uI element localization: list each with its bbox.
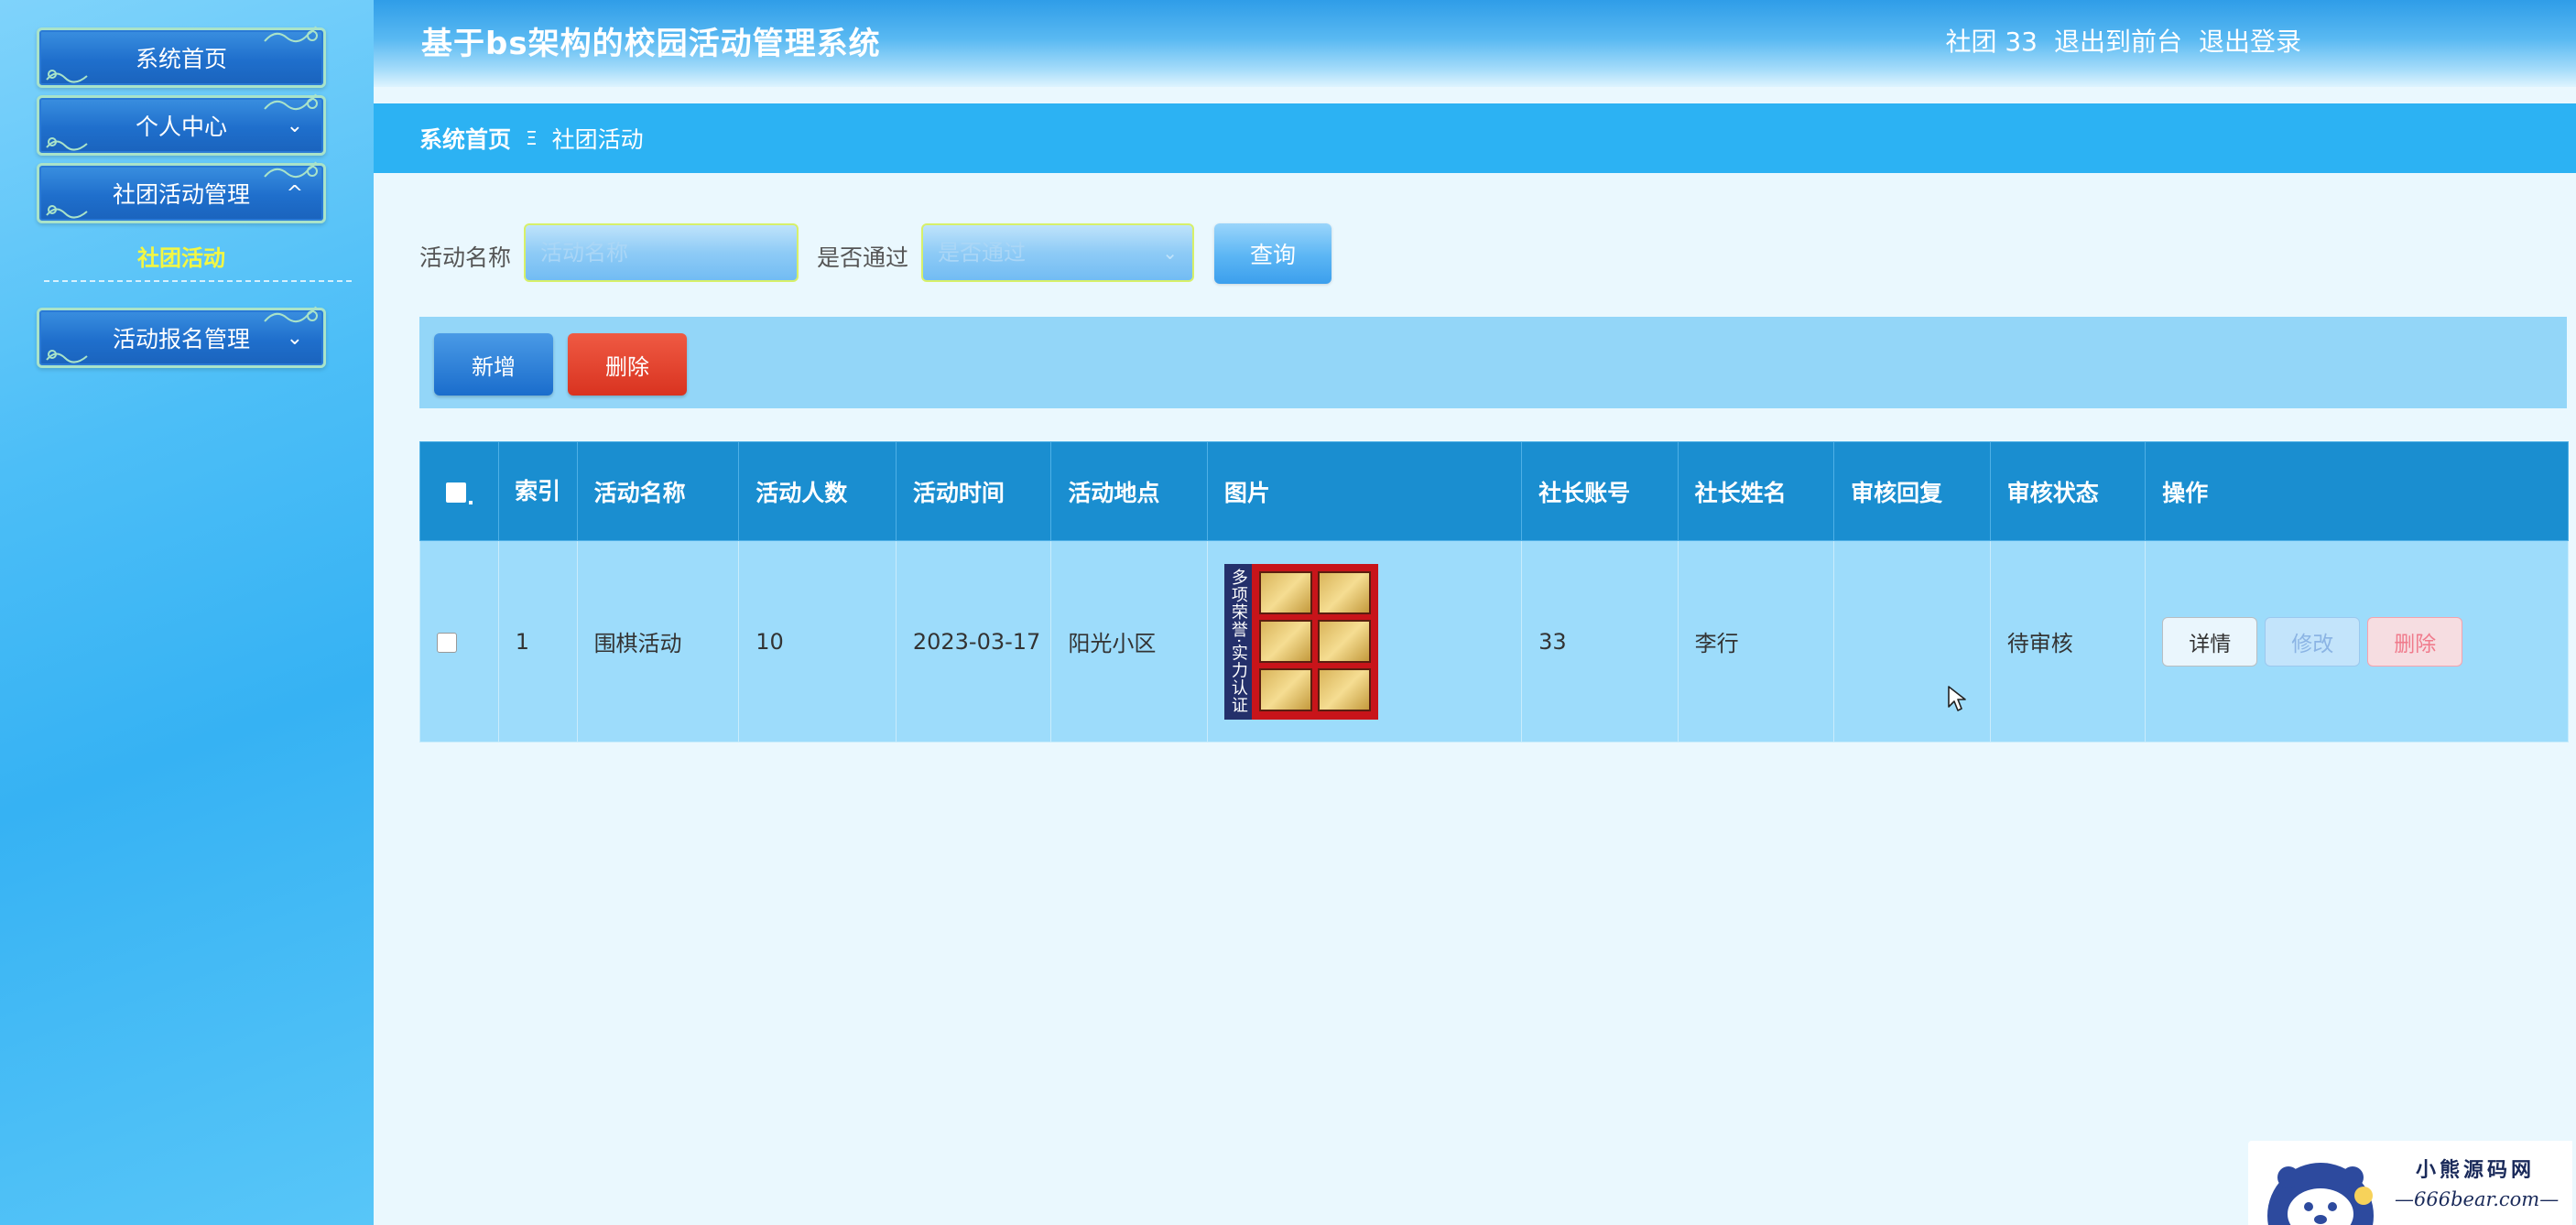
cell-activity-time: 2023-03-17 — [895, 540, 1052, 743]
cell-actions: 详情 修改 删除 — [2145, 540, 2569, 743]
image-band-text: 多项荣誉·实力认证 — [1223, 563, 1252, 720]
sidebar-item-home[interactable]: 系统首页 — [37, 26, 326, 88]
column-header-leader-name: 社长姓名 — [1677, 441, 1835, 541]
ornament-icon — [46, 205, 88, 219]
row-checkbox[interactable] — [437, 632, 457, 653]
sidebar-item-label: 系统首页 — [135, 46, 227, 72]
sidebar-divider — [44, 280, 352, 282]
sidebar-subitem-club-activity[interactable]: 社团活动 — [37, 240, 326, 272]
select-all-checkbox[interactable] — [419, 441, 499, 541]
certificate-icon — [1258, 668, 1312, 712]
logout-link[interactable]: 退出登录 — [2199, 22, 2301, 59]
cell-activity-location: 阳光小区 — [1050, 540, 1208, 743]
chevron-down-icon: ⌄ — [1162, 242, 1178, 264]
breadcrumb-home[interactable]: 系统首页 — [419, 122, 511, 155]
table-header-row: 索引 活动名称 活动人数 活动时间 活动地点 图片 社长账号 社长姓名 审核回复… — [419, 441, 2569, 541]
activity-name-input[interactable]: 活动名称 — [524, 223, 799, 282]
column-header-activity-count: 活动人数 — [738, 441, 897, 541]
row-delete-button[interactable]: 删除 — [2367, 616, 2463, 667]
ornament-icon — [46, 350, 88, 363]
column-header-image: 图片 — [1206, 441, 1523, 541]
certificate-icon — [1317, 570, 1371, 614]
ornament-icon — [46, 70, 88, 83]
column-header-review-status: 审核状态 — [1989, 441, 2147, 541]
ornament-icon — [264, 161, 318, 179]
table-row: 1 围棋活动 10 2023-03-17 阳光小区 多项荣誉·实力认证 33 李… — [419, 540, 2569, 743]
cell-leader-account: 33 — [1521, 540, 1679, 743]
certificate-icon — [1258, 619, 1312, 664]
ornament-icon — [264, 306, 318, 323]
watermark-title: 小熊源码网 — [2416, 1158, 2536, 1182]
app-title: 基于bs架构的校园活动管理系统 — [421, 26, 881, 62]
add-button[interactable]: 新增 — [434, 333, 553, 396]
mouse-pointer-icon — [1948, 686, 1966, 711]
cell-activity-count: 10 — [738, 540, 897, 743]
activity-name-label: 活动名称 — [419, 244, 512, 271]
sidebar-item-personal-center[interactable]: 个人中心 ⌄ — [37, 93, 326, 156]
cell-leader-name: 李行 — [1677, 540, 1835, 743]
batch-delete-button[interactable]: 删除 — [568, 333, 687, 396]
activity-name-placeholder: 活动名称 — [540, 240, 628, 266]
activity-image[interactable]: 多项荣誉·实力认证 — [1223, 563, 1378, 720]
cell-index: 1 — [497, 540, 578, 743]
watermark-url: —666bear.com— — [2395, 1188, 2560, 1210]
back-to-front-link[interactable]: 退出到前台 — [2054, 22, 2182, 59]
dot — [468, 501, 473, 504]
cell-image: 多项荣誉·实力认证 — [1206, 540, 1523, 743]
sidebar-item-registration-management[interactable]: 活动报名管理 ⌄ — [37, 306, 326, 368]
chevron-down-icon: ⌄ — [286, 327, 303, 350]
column-header-activity-name: 活动名称 — [576, 441, 740, 541]
action-toolbar: 新增 删除 — [419, 317, 2567, 408]
column-header-leader-account: 社长账号 — [1521, 441, 1679, 541]
column-header-activity-time: 活动时间 — [895, 441, 1052, 541]
breadcrumb-current: 社团活动 — [551, 126, 644, 153]
ornament-icon — [264, 93, 318, 111]
query-button[interactable]: 查询 — [1214, 223, 1331, 284]
edit-button[interactable]: 修改 — [2265, 616, 2361, 667]
certificate-icon — [1317, 619, 1371, 664]
certificate-grid — [1251, 563, 1378, 720]
ornament-icon — [264, 26, 318, 43]
sidebar-item-label: 社团活动管理 — [112, 181, 250, 208]
activity-table: 索引 活动名称 活动人数 活动时间 活动地点 图片 社长账号 社长姓名 审核回复… — [419, 441, 2569, 743]
detail-button[interactable]: 详情 — [2162, 616, 2258, 667]
cell-activity-name: 围棋活动 — [576, 540, 740, 743]
sidebar-item-activity-management[interactable]: 社团活动管理 ^ — [37, 161, 326, 223]
checkbox-icon — [445, 482, 466, 503]
chevron-down-icon: ⌄ — [286, 114, 303, 137]
sidebar-item-label: 个人中心 — [135, 114, 227, 140]
row-checkbox-cell — [419, 540, 499, 743]
is-passed-label: 是否通过 — [817, 244, 909, 271]
column-header-activity-location: 活动地点 — [1050, 441, 1208, 541]
watermark: 小熊源码网 —666bear.com— — [2248, 1141, 2572, 1225]
column-header-index: 索引 — [497, 441, 578, 541]
column-header-review-reply: 审核回复 — [1833, 441, 1991, 541]
is-passed-select[interactable]: 是否通过 ⌄ — [921, 223, 1194, 282]
cell-review-status: 待审核 — [1989, 540, 2147, 743]
is-passed-placeholder: 是否通过 — [938, 240, 1026, 266]
breadcrumb-separator-icon: Ξ — [526, 127, 538, 149]
current-user-label: 社团 33 — [1945, 27, 2038, 57]
certificate-icon — [1258, 570, 1312, 614]
certificate-icon — [1317, 668, 1371, 712]
header-actions: 社团 33 退出到前台 退出登录 — [1945, 22, 2301, 59]
chevron-up-icon: ^ — [286, 182, 303, 205]
column-header-actions: 操作 — [2145, 441, 2569, 541]
header-gap — [374, 87, 2576, 103]
sidebar: 系统首页 个人中心 ⌄ 社团活动管理 ^ 社团活动 活动报名管理 ⌄ — [0, 0, 374, 1225]
top-header: 基于bs架构的校园活动管理系统 社团 33 退出到前台 退出登录 — [374, 0, 2576, 87]
breadcrumb: 系统首页 Ξ 社团活动 — [374, 103, 2576, 173]
sidebar-item-label: 活动报名管理 — [112, 326, 250, 352]
ornament-icon — [46, 137, 88, 151]
bear-logo-icon — [2267, 1163, 2374, 1225]
